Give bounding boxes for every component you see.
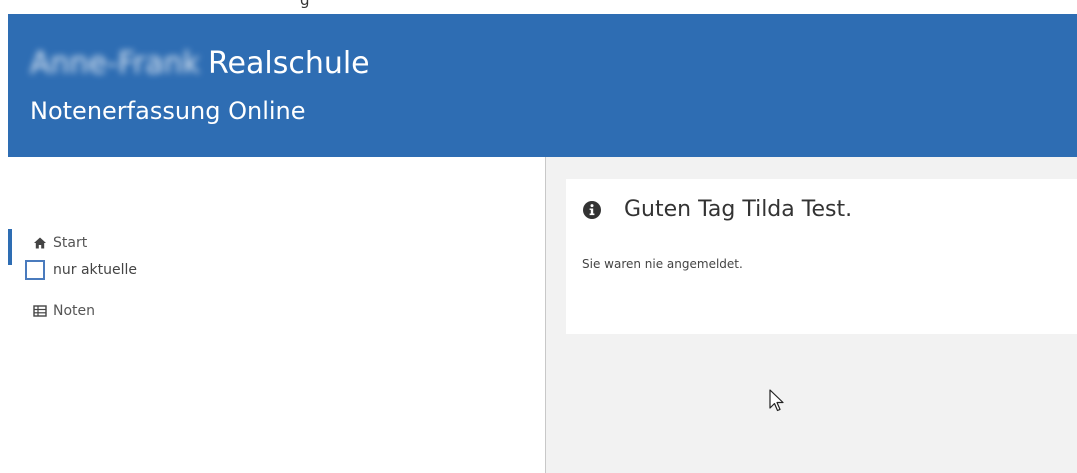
greeting-title: Guten Tag Tilda Test. [624,197,853,222]
sidebar-item-noten[interactable]: Noten [33,303,95,319]
checkbox-label: nur aktuelle [53,262,138,278]
active-nav-marker [8,229,12,265]
table-icon [33,305,47,317]
school-title: Anne-Frank Realschule [30,46,370,82]
sidebar: Start nur aktuelle Noten [0,157,546,473]
welcome-card: Guten Tag Tilda Test. Sie waren nie ange… [566,179,1077,334]
top-strip: g [0,0,1077,14]
last-login-text: Sie waren nie angemeldet. [582,257,743,271]
top-strip-text: g [300,0,310,9]
sidebar-item-label: Noten [53,303,96,319]
school-name-blurred: Anne-Frank [30,46,201,81]
card-header: Guten Tag Tilda Test. [582,197,852,222]
filter-current-checkbox-row[interactable]: nur aktuelle [25,260,137,280]
app-subtitle: Notenerfassung Online [30,97,306,125]
current-only-checkbox[interactable] [25,260,45,280]
home-icon [34,237,46,249]
mouse-cursor-icon [769,389,784,412]
main-content: Guten Tag Tilda Test. Sie waren nie ange… [546,157,1077,473]
school-name-suffix: Realschule [208,46,370,81]
header-banner: Anne-Frank Realschule Notenerfassung Onli… [8,14,1077,157]
info-icon [583,200,601,219]
app-page: g Anne-Frank Realschule Notenerfassung On… [0,0,1077,473]
sidebar-item-start[interactable]: Start [33,235,87,251]
sidebar-item-label: Start [53,235,88,251]
